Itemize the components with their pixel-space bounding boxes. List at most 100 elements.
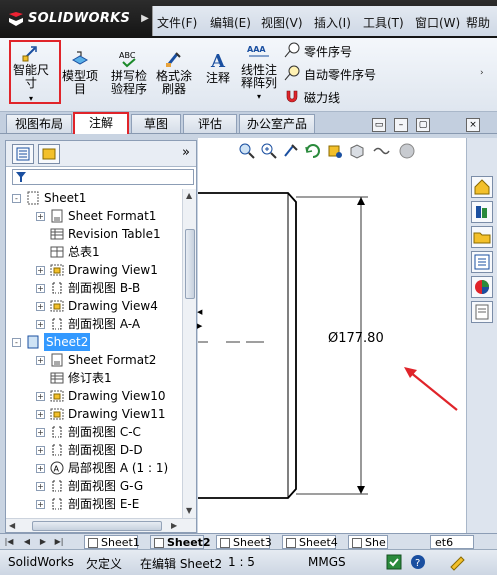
tree-item[interactable]: + 剖面视图 E-E xyxy=(6,495,182,513)
tab-evaluate[interactable]: 评估 xyxy=(183,114,237,133)
sheet-tab-2[interactable]: Sheet2 xyxy=(150,535,211,549)
format-painter-button[interactable]: 格式涂 刷器 xyxy=(153,50,195,96)
menu-expand-arrow-icon[interactable]: ▶ xyxy=(138,10,152,28)
expand-icon[interactable]: + xyxy=(36,284,45,293)
minimize-window-icon[interactable]: – xyxy=(394,118,408,132)
zoom-to-area-icon[interactable] xyxy=(260,142,278,160)
expand-icon[interactable]: + xyxy=(36,356,45,365)
expand-icon[interactable]: + xyxy=(36,410,45,419)
restore-window-icon[interactable]: ▭ xyxy=(372,118,386,132)
expand-icon[interactable]: + xyxy=(36,428,45,437)
collapse-icon[interactable]: - xyxy=(12,194,21,203)
tree-item[interactable]: + 剖面视图 G-G xyxy=(6,477,182,495)
diameter-dimension-text[interactable]: Ø177.80 xyxy=(328,331,384,346)
previous-view-icon[interactable] xyxy=(282,142,300,160)
solidworks-resources-icon[interactable] xyxy=(471,176,493,198)
linear-note-pattern-button[interactable]: AAA 线性注 释阵列 ▾ xyxy=(238,44,280,103)
scroll-right-icon[interactable]: ▶ xyxy=(171,521,177,530)
view-setting-icon[interactable] xyxy=(372,142,390,160)
tree-item[interactable]: + Drawing View10 xyxy=(6,387,182,405)
zoom-to-fit-icon[interactable] xyxy=(238,142,256,160)
tree-item[interactable]: + Drawing View1 xyxy=(6,261,182,279)
tree-item[interactable]: + 剖面视图 B-B xyxy=(6,279,182,297)
last-sheet-icon[interactable]: ▶| xyxy=(54,536,64,548)
sheet-tab-3[interactable]: Sheet3 xyxy=(216,535,272,549)
linear-note-dropdown-icon[interactable]: ▾ xyxy=(238,90,280,103)
prev-sheet-icon[interactable]: ◀ xyxy=(22,536,32,548)
first-sheet-icon[interactable]: |◀ xyxy=(4,536,14,548)
feature-tree-tab-icon[interactable] xyxy=(12,144,34,164)
expand-icon[interactable]: + xyxy=(36,446,45,455)
model-items-button[interactable]: 模型项 目 xyxy=(60,50,100,96)
tree-item[interactable]: - Sheet2 xyxy=(6,333,182,351)
tree-item[interactable]: 总表1 xyxy=(6,243,182,261)
panel-splitter-handle[interactable]: ◀ ▶ xyxy=(197,300,203,340)
expand-icon[interactable]: + xyxy=(36,320,45,329)
menu-insert[interactable]: 插入(I) xyxy=(314,14,351,31)
scroll-left-icon[interactable]: ◀ xyxy=(9,521,15,530)
menu-window[interactable]: 窗口(W) xyxy=(415,14,460,31)
appearance-icon[interactable] xyxy=(398,142,416,160)
tree-item[interactable]: + Drawing View4 xyxy=(6,297,182,315)
tab-office-products[interactable]: 办公室产品 xyxy=(239,114,315,133)
tree-filter-field[interactable] xyxy=(12,169,194,185)
tab-annotation[interactable]: 注解 xyxy=(73,112,129,134)
sheet-tab-6[interactable]: et6 xyxy=(430,535,474,549)
drawing-canvas[interactable]: Ø177.80 xyxy=(198,138,466,533)
menu-file[interactable]: 文件(F) xyxy=(157,14,197,31)
tree-item[interactable]: + Drawing View11 xyxy=(6,405,182,423)
display-style-icon[interactable] xyxy=(348,142,366,160)
property-manager-tab-icon[interactable] xyxy=(38,144,60,164)
sheet-tab-4[interactable]: Sheet4 xyxy=(282,535,338,549)
tree-item[interactable]: + 剖面视图 D-D xyxy=(6,441,182,459)
tree-item[interactable]: + Sheet Format2 xyxy=(6,351,182,369)
tile-window-icon[interactable]: ▢ xyxy=(416,118,430,132)
tree-item[interactable]: + 剖面视图 C-C xyxy=(6,423,182,441)
expand-icon[interactable]: + xyxy=(36,266,45,275)
tree-item[interactable]: Revision Table1 xyxy=(6,225,182,243)
help-status-icon[interactable]: ? xyxy=(410,554,426,570)
hide-show-items-icon[interactable] xyxy=(326,142,344,160)
menu-view[interactable]: 视图(V) xyxy=(261,14,303,31)
tab-view-layout[interactable]: 视图布局 xyxy=(6,114,72,133)
tree-item[interactable]: + 剖面视图 A-A xyxy=(6,315,182,333)
scroll-up-icon[interactable]: ▲ xyxy=(186,191,192,200)
menu-help[interactable]: 帮助 xyxy=(466,14,490,31)
tree-item[interactable]: + Sheet Format1 xyxy=(6,207,182,225)
file-explorer-icon[interactable] xyxy=(471,226,493,248)
sheet-tab-1[interactable]: Sheet1 xyxy=(84,535,140,549)
tree-vertical-scroll-thumb[interactable] xyxy=(185,229,195,299)
tree-item[interactable]: + A 局部视图 A (1 : 1) xyxy=(6,459,182,477)
expand-icon[interactable]: + xyxy=(36,500,45,509)
status-units[interactable]: MMGS xyxy=(308,555,346,569)
tree-horizontal-scroll-thumb[interactable] xyxy=(32,521,162,531)
appearances-scenes-icon[interactable] xyxy=(471,276,493,298)
expand-icon[interactable]: + xyxy=(36,302,45,311)
tree-horizontal-scrollbar[interactable]: ◀ ▶ xyxy=(6,518,196,532)
scroll-down-icon[interactable]: ▼ xyxy=(186,506,192,515)
menu-edit[interactable]: 编辑(E) xyxy=(210,14,251,31)
tab-sketch[interactable]: 草图 xyxy=(131,114,181,133)
ribbon-more-chevron-icon[interactable]: › xyxy=(480,68,484,78)
panel-more-chevron-icon[interactable]: » xyxy=(182,145,190,160)
tree-vertical-scrollbar[interactable]: ▲ ▼ xyxy=(182,189,196,518)
menu-tools[interactable]: 工具(T) xyxy=(363,14,404,31)
edit-tool-status-icon[interactable] xyxy=(448,553,466,571)
spell-checker-button[interactable]: ABC 拼写检 验程序 xyxy=(108,50,150,96)
collapse-icon[interactable]: - xyxy=(12,338,21,347)
expand-icon[interactable]: + xyxy=(36,482,45,491)
tree-item[interactable]: - Sheet1 xyxy=(6,189,182,207)
expand-icon[interactable]: + xyxy=(36,392,45,401)
note-button[interactable]: A 注释 xyxy=(201,50,235,85)
rebuild-status-icon[interactable] xyxy=(386,554,402,570)
view-palette-icon[interactable] xyxy=(471,251,493,273)
close-window-icon[interactable]: × xyxy=(466,118,480,132)
tree-item[interactable]: 修订表1 xyxy=(6,369,182,387)
expand-icon[interactable]: + xyxy=(36,464,45,473)
next-sheet-icon[interactable]: ▶ xyxy=(38,536,48,548)
design-library-icon[interactable] xyxy=(471,201,493,223)
expand-icon[interactable]: + xyxy=(36,212,45,221)
sheet-tab-5[interactable]: She xyxy=(348,535,388,549)
rebuild-icon[interactable] xyxy=(304,142,322,160)
custom-properties-icon[interactable] xyxy=(471,301,493,323)
